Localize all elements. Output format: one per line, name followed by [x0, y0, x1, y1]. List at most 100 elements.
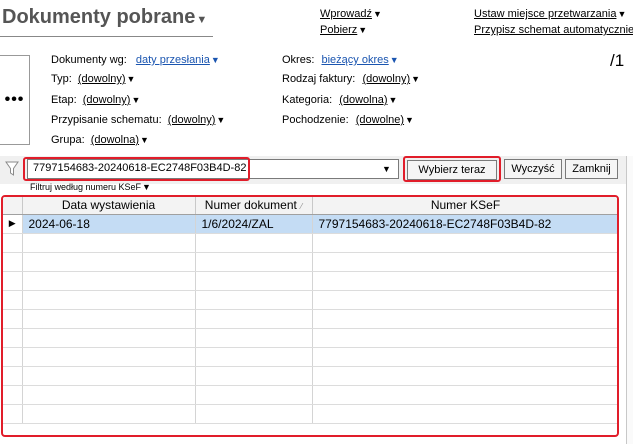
chevron-down-icon[interactable]: ▼ — [390, 55, 399, 65]
more-options-button[interactable]: ••• — [0, 55, 30, 145]
filter-etap-label: Etap: — [51, 94, 77, 106]
table-row[interactable]: ▶ 2024-06-18 1/6/2024/ZAL 7797154683-202… — [3, 214, 617, 234]
chevron-down-icon[interactable]: ▼ — [216, 115, 225, 125]
chevron-down-icon[interactable]: ▼ — [389, 95, 398, 105]
filter-okres-label: Okres: — [282, 54, 315, 66]
cell — [195, 328, 313, 348]
cell — [312, 328, 617, 348]
table-row[interactable] — [3, 347, 617, 367]
menu-przypisz-schemat[interactable]: Przypisz schemat automatycznie — [474, 24, 633, 36]
cell — [312, 252, 617, 272]
cell — [312, 271, 617, 291]
filter-pochodzenie-value[interactable]: (dowolne) — [356, 114, 404, 126]
table-row[interactable] — [3, 404, 617, 424]
menu-ustaw-miejsce-label: Ustaw miejsce przetwarzania — [474, 8, 617, 20]
column-header-numer-dokument[interactable]: Numer dokument ⁄ — [195, 197, 313, 215]
cell — [312, 233, 617, 253]
row-indicator — [3, 290, 23, 310]
column-header-label: Numer dokument — [204, 198, 297, 213]
page-title[interactable]: Dokumenty pobrane▼ — [2, 6, 207, 29]
filter-przypisanie-value[interactable]: (dowolny) — [168, 114, 216, 126]
menu-pobierz[interactable]: Pobierz▼ — [320, 24, 367, 36]
chevron-down-icon[interactable]: ▼ — [382, 164, 391, 174]
cell — [22, 328, 196, 348]
cell — [312, 309, 617, 329]
row-indicator — [3, 328, 23, 348]
wyczysc-label: Wyczyść — [511, 163, 555, 175]
filter-grupa-label: Grupa: — [51, 134, 85, 146]
cell — [312, 347, 617, 367]
chevron-down-icon: ▼ — [372, 9, 382, 19]
menu-pobierz-label: Pobierz — [320, 24, 358, 36]
column-header-label: Numer KSeF — [430, 198, 501, 213]
row-indicator — [3, 309, 23, 329]
table-row[interactable] — [3, 290, 617, 310]
column-header-numer-ksef[interactable]: Numer KSeF — [312, 197, 617, 215]
filter-dokumenty-wg-value[interactable]: daty przesłania — [136, 54, 210, 66]
cell — [195, 271, 313, 291]
cell — [195, 233, 313, 253]
table-row[interactable] — [3, 252, 617, 272]
filter-etap: Etap: (dowolny)▼ — [51, 94, 140, 106]
table-row[interactable] — [3, 385, 617, 405]
row-indicator — [3, 366, 23, 386]
chevron-down-icon[interactable]: ▼ — [211, 55, 220, 65]
wybierz-highlight — [403, 156, 501, 182]
more-icon: ••• — [4, 91, 25, 108]
cell — [22, 252, 196, 272]
table-row[interactable] — [3, 309, 617, 329]
wyczysc-button[interactable]: Wyczyść — [504, 159, 562, 179]
chevron-down-icon[interactable]: ▼ — [411, 74, 420, 84]
cell — [312, 385, 617, 405]
row-pointer-icon: ▶ — [3, 214, 23, 234]
search-highlight — [23, 157, 250, 181]
filter-grupa: Grupa: (dowolna)▼ — [51, 134, 149, 146]
row-indicator — [3, 404, 23, 424]
filter-okres-value[interactable]: bieżący okres — [321, 54, 388, 66]
documents-table: Data wystawienia Numer dokument ⁄ Numer K… — [3, 197, 617, 424]
chevron-down-icon[interactable]: ▼ — [127, 74, 136, 84]
chevron-down-icon: ▼ — [196, 14, 208, 26]
table-row[interactable] — [3, 366, 617, 386]
chevron-down-icon[interactable]: ▼ — [131, 95, 140, 105]
filter-icon[interactable] — [5, 161, 19, 177]
zamknij-label: Zamknij — [572, 163, 611, 175]
filter-hint[interactable]: Filtruj według numeru KSeF▼ — [30, 182, 151, 192]
chevron-down-icon: ▼ — [358, 25, 368, 35]
menu-wprowadz[interactable]: Wprowadź▼ — [320, 8, 382, 20]
cell — [195, 385, 313, 405]
title-divider — [0, 36, 213, 37]
documents-grid: Data wystawienia Numer dokument ⁄ Numer K… — [1, 195, 619, 437]
chevron-down-icon[interactable]: ▼ — [140, 135, 149, 145]
row-indicator — [3, 233, 23, 253]
menu-przypisz-schemat-label: Przypisz schemat automatycznie — [474, 24, 633, 36]
filter-pochodzenie: Pochodzenie: (dowolne)▼ — [282, 114, 414, 126]
column-header-data-wystawienia[interactable]: Data wystawienia — [22, 197, 196, 215]
filter-grupa-value[interactable]: (dowolna) — [91, 134, 139, 146]
cell — [22, 309, 196, 329]
column-header-indicator — [3, 197, 23, 215]
table-row[interactable] — [3, 233, 617, 253]
filter-kategoria-label: Kategoria: — [282, 94, 333, 106]
filter-dokumenty-wg: Dokumenty wg: daty przesłania▼ — [51, 54, 220, 66]
filter-rodzaj-label: Rodzaj faktury: — [282, 73, 356, 85]
chevron-down-icon[interactable]: ▼ — [405, 115, 414, 125]
table-header-row: Data wystawienia Numer dokument ⁄ Numer K… — [3, 197, 617, 215]
cell — [22, 290, 196, 310]
cell — [22, 271, 196, 291]
table-row[interactable] — [3, 271, 617, 291]
cell — [22, 347, 196, 367]
menu-wprowadz-label: Wprowadź — [320, 8, 372, 20]
filter-etap-value[interactable]: (dowolny) — [83, 94, 131, 106]
table-row[interactable] — [3, 328, 617, 348]
filter-kategoria-value[interactable]: (dowolna) — [339, 94, 387, 106]
filter-typ-value[interactable]: (dowolny) — [78, 73, 126, 85]
cell — [195, 404, 313, 424]
cell — [22, 233, 196, 253]
menu-ustaw-miejsce[interactable]: Ustaw miejsce przetwarzania▼ — [474, 8, 626, 20]
cell — [195, 252, 313, 272]
zamknij-button[interactable]: Zamknij — [565, 159, 618, 179]
filter-okres: Okres: bieżący okres▼ — [282, 54, 399, 66]
filter-kategoria: Kategoria: (dowolna)▼ — [282, 94, 397, 106]
filter-rodzaj-value[interactable]: (dowolny) — [362, 73, 410, 85]
